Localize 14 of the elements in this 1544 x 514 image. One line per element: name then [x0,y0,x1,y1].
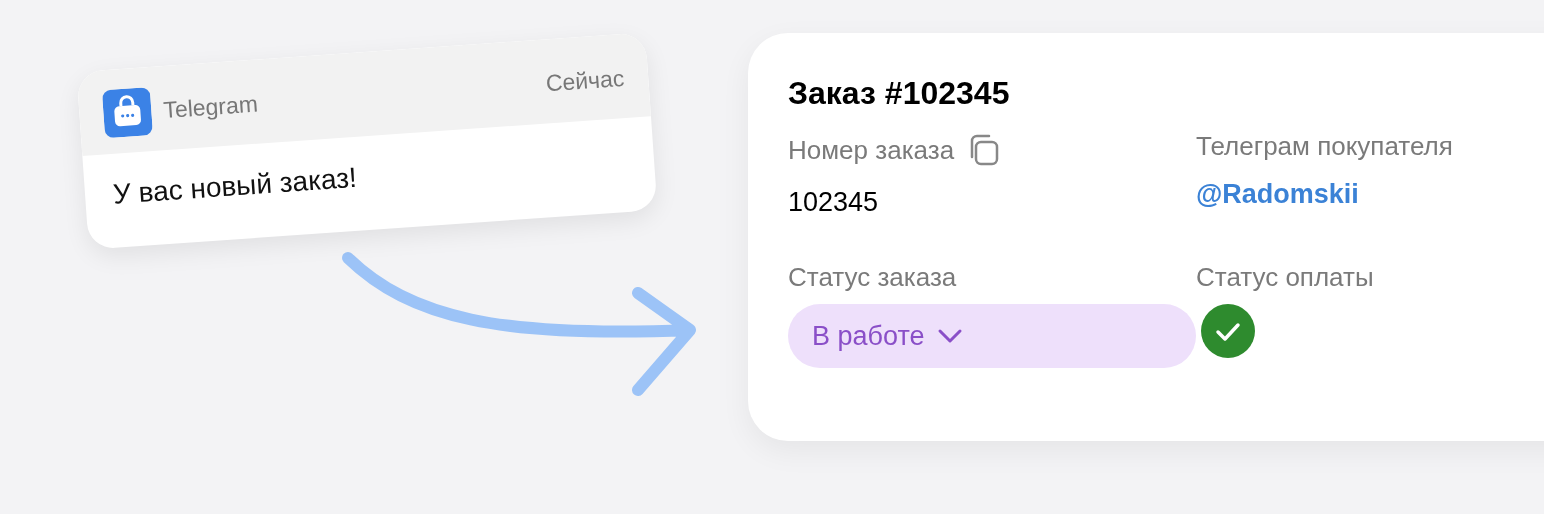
field-label: Телеграм покупателя [1196,133,1454,159]
field-label: Статус заказа [788,264,958,290]
buyer-telegram-link[interactable]: @Radomskii [1196,181,1544,208]
shopping-bag-icon [101,87,154,139]
order-title: Заказ #102345 [788,77,1011,109]
field-label: Номер заказа [788,137,955,163]
field-label: Статус оплаты [1196,264,1375,290]
notification-card[interactable]: Telegram Сейчас У вас новый заказ! [76,32,658,250]
notification-time: Сейчас [544,63,626,99]
chevron-down-icon [936,328,963,344]
order-status-dropdown[interactable]: В работе [788,304,1196,368]
app-name: Telegram [162,89,259,125]
notification-message: У вас новый заказ! [112,161,358,210]
order-number: 102345 [788,189,880,216]
